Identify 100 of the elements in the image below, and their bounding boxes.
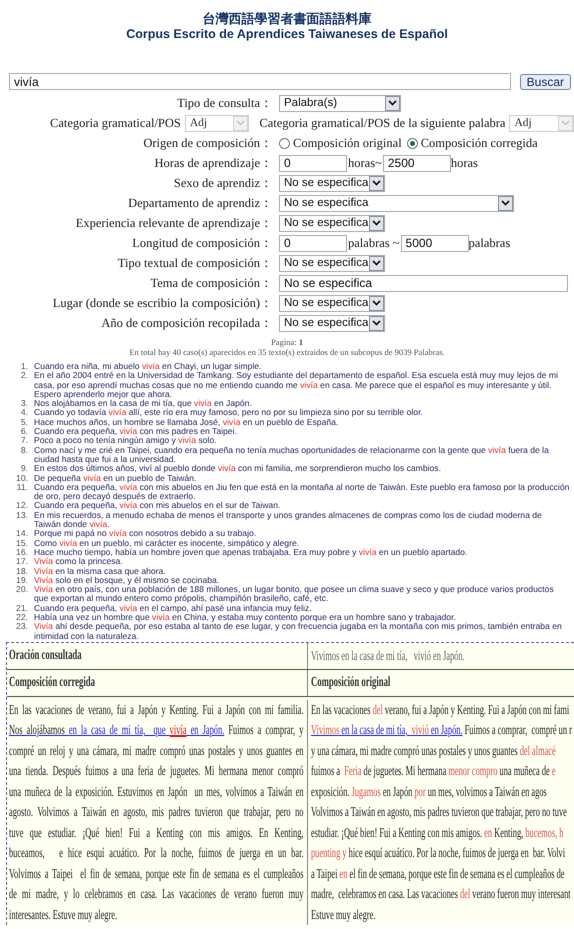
list-number: 7. (20, 436, 29, 446)
field-label: Tema de composición： (150, 274, 273, 292)
dropdown[interactable]: No se especifica (279, 214, 385, 232)
result-sentence[interactable]: En mis recuerdos, a menudo echaba de menos el transporte y unos grandes almacenes de compras como los de ciudad moderna de Taiwán donde vivía. (34, 510, 570, 530)
composition-line: una tienda. Después fuimos a una feria de juguetes. Mi hermana menor compró (9, 762, 304, 780)
result-sentence[interactable]: Cuando era niña, mi abuelo vivía en Chayi, un lugar simple. (34, 362, 570, 372)
field-label: Tipo de consulta： (177, 94, 273, 112)
result-sentence[interactable]: Hace muchos años, un hombre se llamaba José, vivía en un pueblo de España. (34, 418, 570, 428)
list-number: 20. (15, 585, 29, 596)
composition-line: compré un reloj y una cámara, mi madre compró unas postales y unos guantes en (9, 742, 304, 760)
chevron-down-icon (498, 196, 513, 210)
result-sentence[interactable]: Vivía como la princesa. (34, 557, 570, 567)
list-number: 4. (20, 408, 29, 418)
result-sentence[interactable]: Vivía en la misma casa que ahora. (34, 566, 570, 576)
composition-line: Volvimos a Taiwán en agosto, mis padres tuvieron que trabajar, pero no tuve (311, 803, 568, 822)
query-sentence: Vivimos en la casa de mi tía, vivió en Japón. (311, 646, 465, 665)
dropdown[interactable]: Palabra(s) (279, 94, 401, 112)
list-number: 16. (15, 548, 29, 558)
list-number: 12. (15, 501, 29, 511)
list-number: 1. (20, 362, 29, 372)
radio-label[interactable]: Composición original (293, 134, 402, 152)
composition-line: Vivimosen la casa de mi tía, vivióen Japón.Fuimos a comprar, compré un r (311, 721, 573, 740)
field-label: Tipo textual de composición： (118, 254, 273, 272)
field-label: Categoria gramatical/POS de la siguiente palabra (259, 114, 506, 132)
input-field[interactable]: 2500 (382, 154, 451, 172)
dropdown[interactable]: No se especifica (279, 254, 385, 272)
radio-button[interactable] (406, 138, 418, 148)
list-number: 11. (16, 482, 29, 494)
composition-line: y una cámara, mi madre compró unas postales y unos guantesdel almacé (311, 742, 557, 760)
result-sentence[interactable]: Como nací y me crié en Taipei, cuando era pequeña no tenía muchas oportunidades de relacionarme con la gente que vivía fuera de la ciudad hasta que fui a la universidad. (34, 446, 570, 464)
list-number: 6. (20, 427, 29, 436)
list-number: 18. (15, 566, 29, 576)
result-sentence[interactable]: Cuando era pequeña, vivía en el campo, ahí pasé una infancia muy feliz. (34, 604, 570, 614)
radio-button[interactable] (279, 138, 290, 148)
column-heading: Composición corregida (9, 674, 95, 692)
composition-line: interesantes. Estuve muy alegre. (9, 906, 118, 924)
result-sentence[interactable]: Cuando yo todavía vivía allí, este río era muy famoso, pero no por su limpieza sino por su terrible olor. (34, 408, 570, 418)
result-sentence[interactable]: Nos alojábamos en la casa de mi tía, que vivía en Japón. (34, 399, 570, 408)
composition-line: madre, celebramos en casa. Las vacacionesdelverano fueron muy interesant (311, 885, 572, 904)
result-sentence[interactable]: En el año 2004 entré en la Universidad de Tamkang. Soy estudiante del departamento de español. Esa escuela está muy muy lejos de mi casa, por eso aprendí muchas cosas que no me entiendo cuando me vivía en casa. Me parece que el español es muy interesante y útil. Espero aprenderlo mejor que ahora. (34, 371, 570, 400)
unit-label: palabras (468, 234, 510, 252)
chevron-down-icon (385, 96, 400, 110)
result-sentence[interactable]: De pequeña vivía en un pueblo de Taiwán. (34, 474, 570, 483)
field-label: Longitud de composición： (132, 234, 273, 252)
composition-line: Estuve muy alegre. (311, 906, 376, 924)
dropdown[interactable]: No se especifica (279, 294, 385, 312)
dropdown[interactable]: No se especifica (279, 174, 385, 192)
page-indicator: Pagina: 1 (271, 337, 303, 347)
list-number: 14. (15, 529, 29, 539)
results-summary: En total hay 40 caso(s) aparecidos en 35 texto(s) extraidos de un subcopus de 9039 Palabras. (129, 347, 445, 357)
chevron-down-icon (369, 256, 384, 270)
input-field[interactable]: No se especifica (279, 274, 568, 292)
result-sentence[interactable]: Vivía ahí desde pequeña, por eso estaba al tanto de ese lugar, y con frecuencia jugaba en la montaña con mis primos, también entraba en intimidad con la naturaleza. (34, 622, 570, 641)
composition-line: fuimos a Feriade juguetes. Mi hermanamenor comprouna muñeca dee (311, 762, 557, 780)
result-sentence[interactable]: Vivía en otro país, con una población de 188 millones, un lugar bonito, que posee un clima suave y seco y que produce varios productos que exportan al mundo entero como própolis, champiñón brasileño, café, etc. (34, 585, 570, 604)
result-sentence[interactable]: En estos dos últimos años, viví al pueblo donde vivía con mi familia, me sorprendieron mucho los cambios. (34, 464, 570, 474)
list-number: 9. (20, 464, 29, 474)
field-label: Departamento de aprendiz： (128, 194, 273, 212)
result-sentence[interactable]: Porque mi papá no vivía con nosotros debido a su trabajo. (34, 529, 570, 539)
list-number: 10. (15, 474, 29, 483)
field-label: Lugar (donde se escribio la composición)： (52, 294, 273, 312)
field-label: Origen de composición： (143, 134, 273, 152)
field-label: Experiencia relevante de aprendizaje： (76, 214, 273, 232)
result-sentence[interactable]: Cuando era pequeña, vivía con mis abuelos en Jiu fen que está en la montaña al norte de Taiwán. Este pueblo era famoso por la producción de oro, pero decayó después de extraerlo. (34, 482, 570, 502)
site-subtitle: Corpus Escrito de Aprendices Taiwaneses de Español (126, 27, 448, 42)
composition-line: una muñeca de la exposición. Estuvimos en Japón un mes, volvimos a Taiwán en (9, 782, 304, 801)
chevron-down-icon (369, 176, 384, 190)
list-number: 17. (15, 557, 29, 567)
list-number: 22. (15, 613, 29, 622)
composition-line: Nos alojábamos en la casa de mi tía, que vivía en Japón. Fuimos a comprar, y (9, 721, 304, 740)
result-sentence[interactable]: Como vivía en un pueblo, mi carácter es inocente, simpático y alegre. (34, 538, 570, 548)
result-sentence[interactable]: Vivía solo en el bosque, y él mismo se cocinaba. (34, 576, 570, 586)
result-sentence[interactable]: Hace mucho tiempo, había un hombre joven que apenas trabajaba. Era muy pobre y vivía en un pueblo apartado. (34, 548, 570, 558)
dropdown[interactable]: No se especifica (279, 194, 514, 212)
list-number: 21. (15, 604, 29, 614)
result-sentence[interactable]: Cuando era pequeña, vivía con mis padres en Taipei. (34, 427, 570, 436)
input-field[interactable]: vivía (9, 73, 511, 90)
field-label: Sexo de aprendiz： (174, 174, 273, 192)
composition-line: exposición.Jugamosen Japónporun mes, volvimos a Taiwán en agos (311, 782, 548, 801)
result-sentence[interactable]: Poco a poco no tenía ningún amigo y vivía solo. (34, 436, 570, 446)
composition-line: agosto. Volvimos a Taiwán en agosto, mis padres tuvieron que trabajar, pero no (9, 803, 304, 822)
result-sentence[interactable]: Cuando era pequeña, vivía con mis abuelos en el sur de Taiwan. (34, 501, 570, 511)
result-sentence[interactable]: Había una vez un hombre que vivía en China, y estaba muy contento porque era un hombre sano y trabajador. (34, 613, 570, 622)
chevron-down-icon (369, 296, 384, 310)
list-number: 2. (20, 371, 29, 382)
composition-line: puenting yhice esquí acuático. Por la noche, fuimos de juerga en bar. Volvi (311, 844, 566, 862)
dropdown[interactable]: No se especifica (279, 314, 385, 332)
list-number: 23. (15, 622, 29, 634)
input-field[interactable]: 0 (279, 234, 347, 252)
input-field[interactable]: 5000 (400, 234, 469, 252)
composition-line: En las vacaciones de verano, fui a Japón y Kenting. Fui a Japón con mi familia. (9, 700, 304, 719)
search-button[interactable]: Buscar (520, 74, 571, 90)
input-field[interactable]: 0 (279, 154, 347, 172)
unit-label: palabras ~ (348, 234, 400, 252)
radio-label[interactable]: Composición corregida (420, 134, 538, 152)
list-number: 3. (20, 399, 29, 408)
composition-line: tuve que estudiar. ¡Qué bien! Fui a Kenting con mis amigos. En Kenting, (9, 824, 304, 842)
field-label: Horas de aprendizaje： (154, 154, 273, 172)
list-number: 8. (20, 446, 29, 457)
row-heading: Oración consultada (9, 647, 82, 666)
